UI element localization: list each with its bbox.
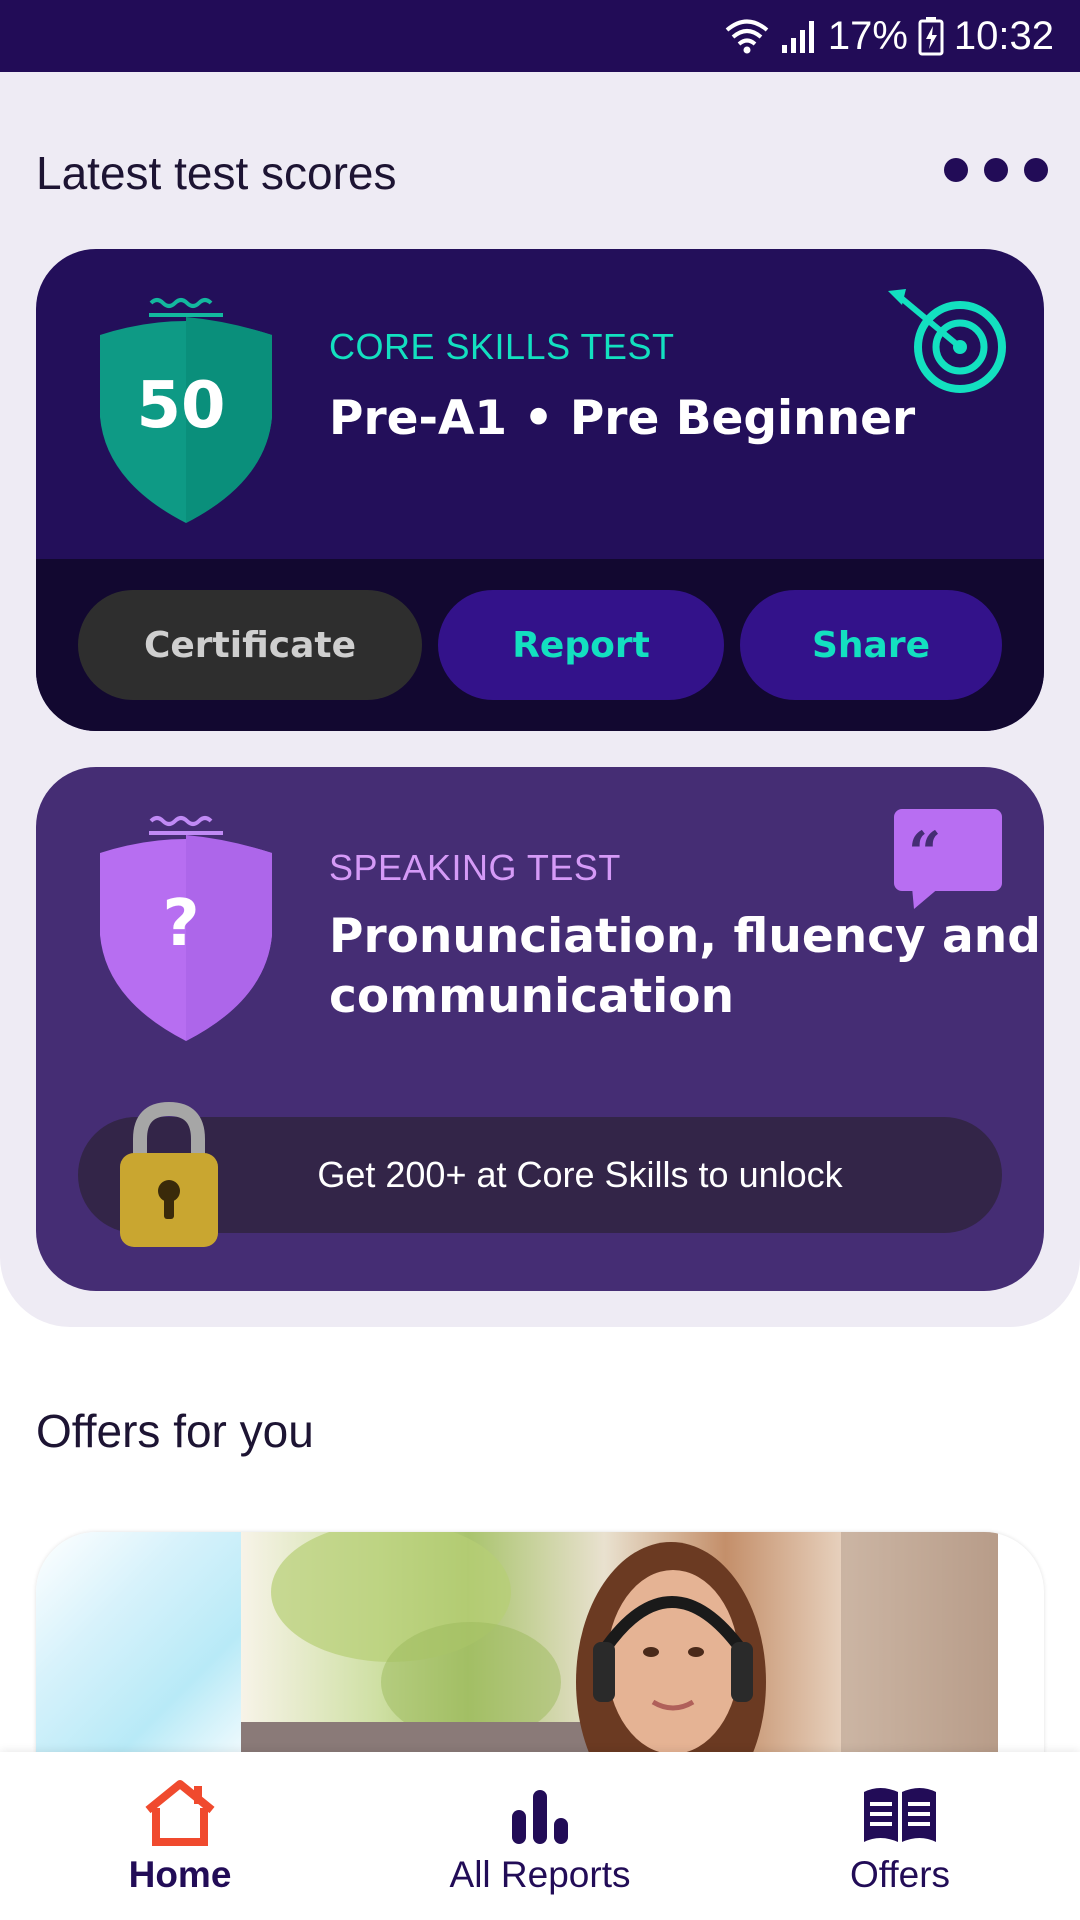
- book-icon: [864, 1788, 936, 1842]
- target-icon: [888, 289, 1006, 393]
- certificate-button[interactable]: Certificate: [78, 590, 422, 700]
- svg-text:“: “: [908, 819, 941, 887]
- offer-gradient: [36, 1532, 241, 1762]
- share-button[interactable]: Share: [740, 590, 1002, 700]
- offers-title: Offers for you: [36, 1405, 314, 1457]
- latest-scores-title: Latest test scores: [36, 147, 397, 199]
- signal-icon: [781, 21, 814, 53]
- core-score: 50: [136, 369, 226, 443]
- unlock-text: Get 200+ at Core Skills to unlock: [317, 1154, 843, 1195]
- bar-chart-icon: [512, 1790, 568, 1844]
- nav-reports-label: All Reports: [449, 1854, 631, 1895]
- speaking-test-card[interactable]: ? SPEAKING TEST Pronunciation, fluency a…: [36, 767, 1044, 1291]
- clock: 10:32: [953, 13, 1054, 58]
- offer-photo: [241, 1532, 998, 1762]
- speaking-kicker: SPEAKING TEST: [329, 847, 621, 888]
- speaking-heading-line2: communication: [329, 969, 735, 1024]
- offer-card[interactable]: [36, 1532, 1044, 1762]
- core-level: Pre-A1 • Pre Beginner: [329, 391, 916, 446]
- lock-icon: [120, 1101, 218, 1247]
- home-icon: [145, 1780, 215, 1846]
- core-kicker: CORE SKILLS TEST: [329, 326, 675, 367]
- wifi-icon: [725, 19, 769, 54]
- report-button[interactable]: Report: [438, 590, 724, 700]
- speaking-heading-line1: Pronunciation, fluency and: [329, 909, 1041, 964]
- speaking-score: ?: [162, 887, 200, 961]
- battery-percent: 17%: [827, 13, 908, 58]
- quote-bubble-icon: “: [894, 809, 1002, 909]
- nav-offers[interactable]: Offers: [750, 1752, 1050, 1920]
- core-skills-card[interactable]: 50 CORE SKILLS TEST Pre-A1 • Pre Beginne…: [36, 249, 1044, 731]
- nav-home-label: Home: [128, 1854, 232, 1895]
- nav-all-reports[interactable]: All Reports: [390, 1752, 690, 1920]
- battery-icon: [918, 17, 944, 56]
- more-dots-icon[interactable]: [944, 158, 1048, 182]
- bottom-navigation: Home All Reports Offers: [0, 1752, 1080, 1920]
- nav-home[interactable]: Home: [30, 1752, 330, 1920]
- status-bar: 17% 10:32: [0, 0, 1080, 72]
- nav-offers-label: Offers: [849, 1854, 951, 1895]
